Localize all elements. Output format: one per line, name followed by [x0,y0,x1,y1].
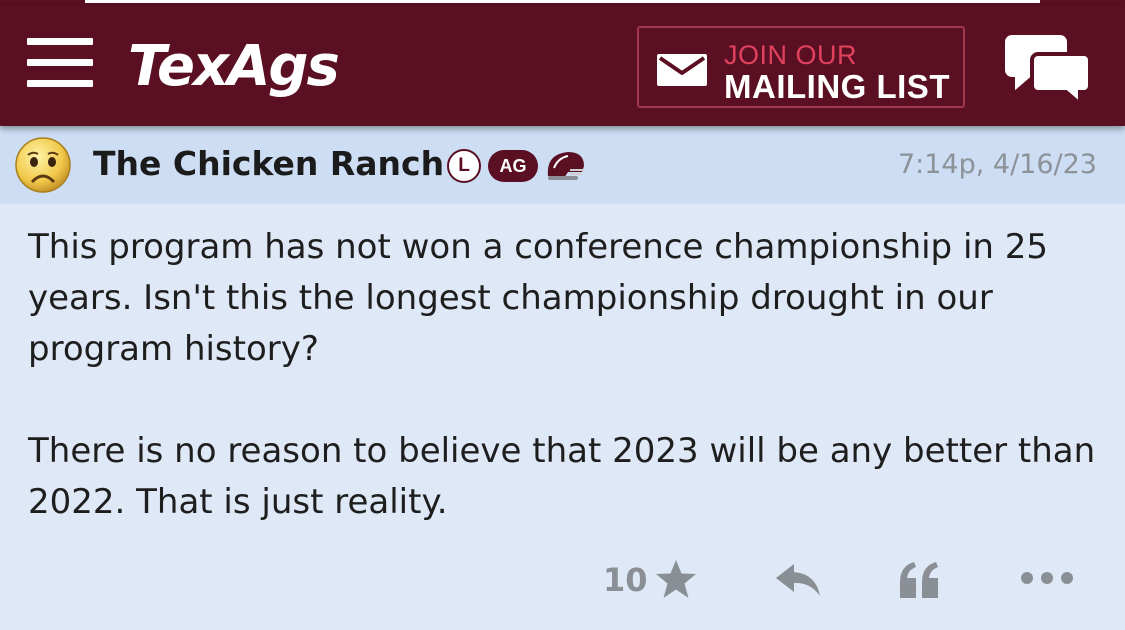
level-badge: L [447,149,481,183]
post-paragraph-1: This program has not won a conference ch… [28,227,1049,369]
mailing-line2: MAILING LIST [724,68,950,105]
mail-icon [657,54,707,86]
post-actions: 10 [0,550,1125,610]
post-timestamp[interactable]: 7:14p, 4/16/23 [898,148,1097,182]
star-count: 10 [603,561,648,599]
post-body: This program has not won a conference ch… [28,222,1098,528]
post-header: The Chicken Ranch L AG 7:14p, 4/16/23 [0,126,1125,204]
reply-icon[interactable] [774,560,822,600]
top-white-bar [85,0,1040,3]
site-header: TexAgs JOIN OUR MAILING LIST [0,6,1125,126]
post-username[interactable]: The Chicken Ranch [93,144,444,184]
mailing-list-button[interactable]: JOIN OUR MAILING LIST [637,26,965,108]
post-paragraph-2: There is no reason to believe that 2023 … [28,431,1096,522]
star-icon[interactable] [654,558,698,600]
helmet-icon [547,152,584,180]
mailing-line1: JOIN OUR [724,40,858,70]
ag-badge: AG [488,150,538,182]
more-icon[interactable] [1019,570,1075,586]
chat-icon[interactable] [1004,32,1094,104]
sad-face-avatar[interactable] [14,136,72,194]
texags-logo[interactable]: TexAgs [128,32,340,102]
hamburger-menu-icon[interactable] [27,38,93,88]
quote-icon[interactable] [896,558,942,600]
